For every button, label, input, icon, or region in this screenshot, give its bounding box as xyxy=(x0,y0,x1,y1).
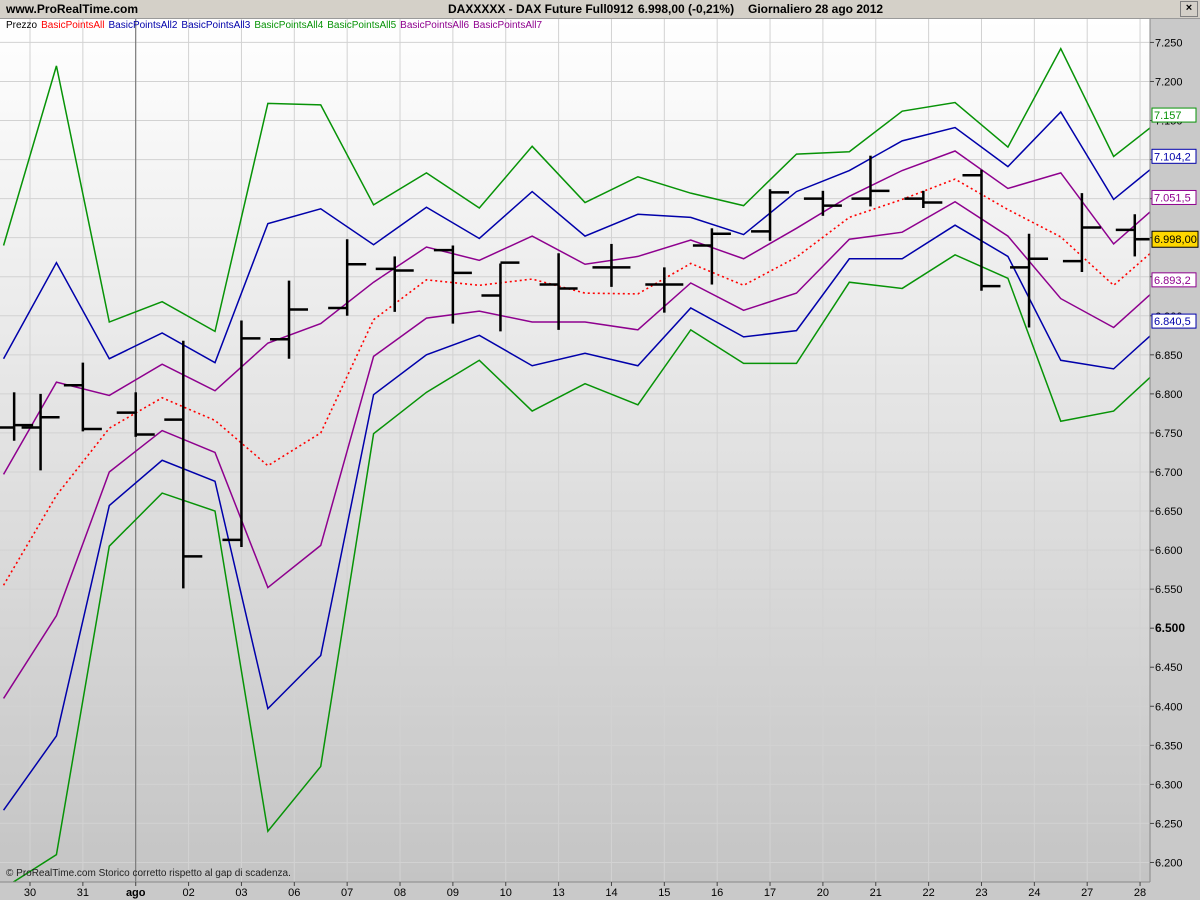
legend-entry: BasicPointsAll7 xyxy=(473,20,543,31)
y-tick-label: 6.700 xyxy=(1155,467,1183,479)
series-last-value-label: 7.157 xyxy=(1154,110,1182,122)
y-tick-label: 6.400 xyxy=(1155,701,1183,713)
legend-entry: BasicPointsAll xyxy=(41,20,105,31)
legend-entry: Prezzo xyxy=(6,20,38,31)
legend-entry: BasicPointsAll6 xyxy=(400,20,470,31)
y-tick-label: 6.650 xyxy=(1155,506,1183,518)
x-tick-label: 28 xyxy=(1134,887,1146,899)
y-tick-label: 6.800 xyxy=(1155,389,1183,401)
legend-entry: BasicPointsAll4 xyxy=(254,20,324,31)
x-tick-label: 06 xyxy=(288,887,300,899)
legend-entry: BasicPointsAll3 xyxy=(181,20,251,31)
x-tick-label: 21 xyxy=(870,887,882,899)
legend-entry: BasicPointsAll2 xyxy=(108,20,178,31)
y-tick-label: 6.550 xyxy=(1155,584,1183,596)
x-tick-label: 09 xyxy=(447,887,459,899)
plot-area xyxy=(0,19,1150,882)
price-chart[interactable]: 6.200 6.250 6.300 6.350 6.400 6.450 6.500 6.550… xyxy=(0,0,1200,900)
footer-note: © ProRealTime.com Storico corretto rispe… xyxy=(6,868,291,879)
x-tick-label: 20 xyxy=(817,887,829,899)
x-tick-label: 16 xyxy=(711,887,723,899)
series-last-value-label: 7.051,5 xyxy=(1154,192,1191,204)
x-tick-label: 10 xyxy=(500,887,512,899)
y-tick-label: 6.350 xyxy=(1155,740,1183,752)
x-tick-label: 08 xyxy=(394,887,406,899)
legend: Prezzo BasicPointsAll BasicPointsAll2 Basic… xyxy=(6,20,546,31)
y-tick-label: 6.200 xyxy=(1155,857,1183,869)
y-tick-label: 7.250 xyxy=(1155,37,1183,49)
x-axis-panel xyxy=(0,882,1200,900)
x-tick-label: 17 xyxy=(764,887,776,899)
x-tick-label: 03 xyxy=(235,887,247,899)
legend-entry: BasicPointsAll5 xyxy=(327,20,397,31)
x-tick-label: ago xyxy=(126,887,146,899)
y-tick-label: 6.850 xyxy=(1155,350,1183,362)
x-tick-label: 23 xyxy=(975,887,987,899)
y-tick-label: 7.200 xyxy=(1155,76,1183,88)
x-tick-label: 07 xyxy=(341,887,353,899)
series-last-value-label: 6.840,5 xyxy=(1154,316,1191,328)
y-tick-label: 6.750 xyxy=(1155,428,1183,440)
y-tick-label: 6.600 xyxy=(1155,545,1183,557)
x-tick-label: 27 xyxy=(1081,887,1093,899)
y-axis-panel xyxy=(1150,19,1200,882)
series-last-value-label: 6.893,2 xyxy=(1154,275,1191,287)
x-tick-label: 13 xyxy=(552,887,564,899)
chart-window: www.ProRealTime.com DAXXXXX - DAX Future… xyxy=(0,0,1200,900)
y-tick-label: 6.450 xyxy=(1155,662,1183,674)
y-tick-label: 6.500 xyxy=(1155,621,1185,635)
x-tick-label: 15 xyxy=(658,887,670,899)
x-tick-label: 24 xyxy=(1028,887,1040,899)
x-tick-label: 30 xyxy=(24,887,36,899)
x-tick-label: 02 xyxy=(182,887,194,899)
x-tick-label: 14 xyxy=(605,887,617,899)
y-tick-label: 6.250 xyxy=(1155,818,1183,830)
y-tick-label: 6.300 xyxy=(1155,779,1183,791)
last-price-label: 6.998,00 xyxy=(1154,234,1197,246)
x-tick-label: 22 xyxy=(922,887,934,899)
series-last-value-label: 7.104,2 xyxy=(1154,151,1191,163)
x-tick-label: 31 xyxy=(77,887,89,899)
